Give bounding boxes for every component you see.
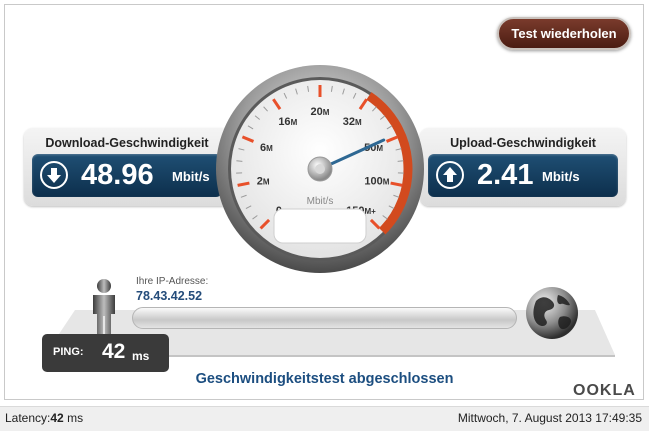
download-arrow-icon [40, 161, 68, 189]
upload-label: Upload-Geschwindigkeit [420, 136, 626, 150]
gauge-unit: Mbit/s [307, 196, 334, 207]
retest-button[interactable]: Test wiederholen [497, 17, 631, 50]
ip-label: Ihre IP-Adresse: [136, 276, 208, 287]
ookla-logo: OOKLA [573, 382, 636, 400]
status-message: Geschwindigkeitstest abgeschlossen [0, 371, 649, 387]
globe-icon [522, 283, 582, 343]
upload-arrow-icon [436, 161, 464, 189]
upload-unit: Mbit/s [542, 169, 580, 184]
ping-value: 42 [102, 340, 125, 364]
latency-value: 42 [50, 411, 63, 425]
latency-label: Latency: [5, 411, 50, 425]
latency-unit: ms [64, 411, 83, 425]
upload-value: 2.41 [477, 158, 533, 192]
gauge-tick-label: 2M [257, 175, 270, 187]
gauge-minor-tick [236, 161, 242, 162]
user-icon [87, 278, 121, 336]
download-display: 48.96 Mbit/s [32, 154, 222, 197]
speed-gauge: 02M6M16M20M32M50M100M150M+ Mbit/s [214, 63, 426, 275]
ip-address: 78.43.42.52 [136, 289, 202, 303]
gauge-readout-window [274, 209, 366, 243]
gauge-tick-label: 16M [278, 116, 297, 128]
status-bar: Latency:42 ms Mittwoch, 7. August 2013 1… [0, 406, 649, 431]
ping-unit: ms [132, 349, 149, 363]
datetime: Mittwoch, 7. August 2013 17:49:35 [458, 411, 642, 425]
download-label: Download-Geschwindigkeit [24, 136, 230, 150]
ping-label: PING: [53, 346, 84, 358]
download-panel: Download-Geschwindigkeit 48.96 Mbit/s [24, 128, 230, 206]
download-value: 48.96 [81, 158, 154, 192]
gauge-minor-tick [398, 161, 404, 162]
gauge-tick-label: 6M [260, 142, 273, 154]
gauge-tick-label: 100M [364, 175, 389, 187]
connection-tube [132, 307, 517, 329]
upload-panel: Upload-Geschwindigkeit 2.41 Mbit/s [420, 128, 626, 206]
latency-info: Latency:42 ms [5, 411, 83, 425]
gauge-tick-label: 20M [311, 106, 330, 118]
ping-box: PING: 42 ms [42, 334, 169, 372]
download-unit: Mbit/s [172, 169, 210, 184]
upload-display: 2.41 Mbit/s [428, 154, 618, 197]
gauge-tick-label: 32M [343, 116, 362, 128]
